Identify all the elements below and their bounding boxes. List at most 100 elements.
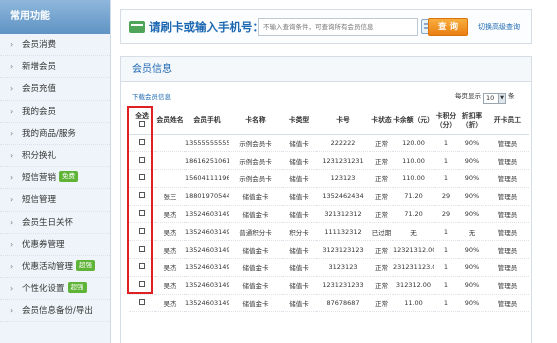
cell-phone: 13524603149	[185, 294, 229, 313]
search-input[interactable]	[258, 18, 418, 36]
table-row[interactable]: 13555555555 示例会员卡 储值卡 222222 正常 120.00 1 90% 管理员	[129, 134, 529, 153]
sidebar-item[interactable]: › 短信管理	[0, 189, 110, 212]
cell-name: 吴杰	[155, 205, 185, 224]
table-row[interactable]: 吴杰13524603149储值金卡储值卡3123123正常231231123.0…	[129, 258, 529, 277]
cell-card-name: 示例会员卡	[229, 151, 282, 171]
sidebar-item[interactable]: › 新增会员	[0, 56, 110, 79]
cell-phone: 18616251061	[185, 151, 229, 171]
header-points: 卡积分（分）	[434, 108, 458, 135]
cell-discount: 90%	[458, 294, 486, 313]
cell-card-no: 3123123	[316, 258, 370, 277]
cell-card-no: 222222	[316, 134, 370, 153]
cell-staff: 管理员	[486, 276, 529, 295]
table-body: 13555555555 示例会员卡 储值卡 222222 正常 120.00 1 90% 管理员…	[129, 134, 529, 313]
search-bar: 请刷卡或输入手机号： 查 询 切换高级查询	[120, 9, 532, 44]
sidebar-item-label: 我的会员	[22, 106, 57, 117]
row-checkbox[interactable]	[139, 156, 145, 163]
sidebar-item[interactable]: › 优惠活动管理 超强	[0, 256, 110, 279]
cell-balance: 312312.00	[393, 276, 434, 295]
table-row[interactable]: 吴杰 13524603149 储值金卡 储值卡 1231231233 正常 312312.0…	[129, 276, 529, 295]
sidebar-item[interactable]: › 会员生日关怀	[0, 212, 110, 234]
cell-points: 1	[434, 258, 458, 277]
table-row[interactable]: 张三 18801970544 储值金卡 储值卡 1352462434 正常 71.20 29 9…	[129, 187, 529, 206]
row-checkbox[interactable]	[139, 227, 145, 234]
sidebar-item[interactable]: › 会员消费	[0, 34, 110, 57]
cell-name: 吴杰	[155, 258, 185, 277]
select-all-checkbox[interactable]	[139, 120, 145, 127]
cell-card-type: 储值卡	[282, 294, 316, 313]
header-card-name: 卡名称	[229, 108, 282, 135]
table-row[interactable]: 吴杰 13524603149 储值金卡 储值卡 321312312 正常 71.20 29 90…	[129, 205, 529, 224]
cell-discount: 90%	[458, 134, 486, 153]
cell-card-name: 示例会员卡	[229, 169, 282, 188]
table-header-row: 全选 会员姓名 会员手机 卡名称 卡类型 卡号 卡状态 卡余额（元） 卡积分（分…	[129, 108, 529, 135]
sidebar-item[interactable]: › 会员充值	[0, 78, 110, 101]
sidebar-item[interactable]: › 个性化设置 超强	[0, 278, 110, 301]
sidebar-item[interactable]: › 优惠券管理	[0, 234, 110, 256]
row-select-cell	[129, 151, 155, 171]
cell-status: 正常	[370, 294, 393, 313]
cell-card-type: 储值卡	[282, 134, 316, 153]
cell-phone: 13555555555	[185, 134, 229, 153]
cell-status: 正常	[370, 151, 393, 171]
sidebar-item[interactable]: › 我的商品/服务	[0, 123, 110, 145]
query-button[interactable]: 查 询	[428, 18, 468, 36]
member-table: 全选 会员姓名 会员手机 卡名称 卡类型 卡号 卡状态 卡余额（元） 卡积分（分…	[129, 108, 529, 313]
cell-phone: 13524603149	[185, 258, 229, 277]
cell-card-no: 321312312	[316, 205, 370, 224]
row-select-cell	[129, 222, 155, 242]
sidebar-item[interactable]: › 短信营销 免费	[0, 167, 110, 190]
cell-balance: 110.00	[393, 151, 434, 171]
cell-discount: 90%	[458, 187, 486, 206]
cell-name	[155, 151, 185, 171]
cell-points: 1	[434, 294, 458, 313]
sidebar-item[interactable]: › 我的会员	[0, 101, 110, 123]
row-checkbox[interactable]	[139, 245, 145, 252]
cell-name: 吴杰	[155, 294, 185, 313]
row-checkbox[interactable]	[139, 281, 145, 288]
chevron-right-icon: ›	[10, 150, 14, 160]
cell-card-no: 1231231231	[316, 151, 370, 171]
table-row[interactable]: 吴杰 13524603149 储值金卡 储值卡 3123123123 正常 12321312…	[129, 240, 529, 260]
cell-card-no: 3123123123	[316, 240, 370, 260]
row-checkbox[interactable]	[139, 138, 145, 145]
row-checkbox[interactable]	[139, 210, 145, 217]
sidebar-item-label: 新增会员	[22, 62, 57, 73]
header-staff: 开卡员工	[486, 108, 529, 135]
chevron-right-icon: ›	[10, 306, 14, 316]
table-row[interactable]: 15604111196 示例会员卡 储值卡 123123 正常 110.00 1 90% 管理员	[129, 169, 529, 188]
row-checkbox[interactable]	[139, 263, 145, 270]
sidebar-item[interactable]: › 积分换礼	[0, 145, 110, 168]
cell-name: 吴杰	[155, 240, 185, 260]
sidebar-item-label: 积分换礼	[22, 150, 57, 161]
per-page-select[interactable]: 10 ▼	[483, 93, 506, 104]
row-checkbox[interactable]	[139, 192, 145, 199]
table-row[interactable]: 18616251061 示例会员卡 储值卡 1231231231 正常 110.00 1 90…	[129, 151, 529, 171]
sidebar-item-label: 优惠活动管理	[22, 261, 74, 272]
chevron-right-icon: ›	[10, 217, 14, 227]
download-member-info-link[interactable]: 下载会员信息	[132, 91, 171, 101]
cell-status: 正常	[370, 169, 393, 188]
cell-card-type: 储值卡	[282, 205, 316, 224]
cell-balance: 无	[393, 222, 434, 242]
cell-staff: 管理员	[486, 258, 529, 277]
cell-card-name: 储值金卡	[229, 276, 282, 295]
sidebar-item-label: 会员生日关怀	[22, 217, 74, 228]
table-toolbar: 下载会员信息 每页显示 10 ▼ 条	[121, 88, 531, 104]
row-checkbox[interactable]	[139, 299, 145, 306]
row-checkbox[interactable]	[139, 174, 145, 181]
advanced-search-link[interactable]: 切换高级查询	[478, 22, 520, 32]
header-card-no: 卡号	[316, 108, 370, 135]
row-select-cell	[129, 276, 155, 295]
per-page-suffix: 条	[508, 92, 515, 100]
cell-points: 1	[434, 222, 458, 242]
sidebar-item[interactable]: › 会员信息备份/导出	[0, 300, 110, 323]
row-select-cell	[129, 258, 155, 277]
table-row[interactable]: 吴杰 13524603149 普通积分卡 积分卡 111132312 已过期无 1 无管理员	[129, 222, 529, 242]
table-row[interactable]: 吴杰 13524603149 储值金卡 储值卡 87678687 正常 11.00 1 90% 管…	[129, 294, 529, 313]
row-select-cell	[129, 240, 155, 260]
header-phone: 会员手机	[185, 108, 229, 135]
chevron-right-icon: ›	[10, 284, 14, 294]
select-all-header[interactable]: 全选	[129, 108, 155, 135]
card-icon	[129, 21, 145, 33]
